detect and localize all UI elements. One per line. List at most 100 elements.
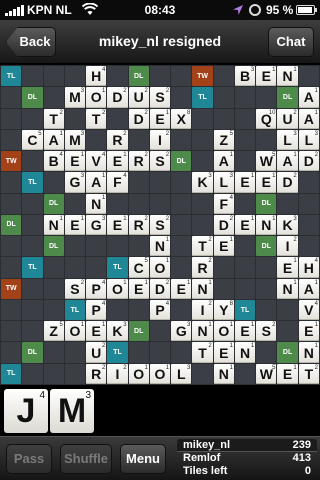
board-cell[interactable] bbox=[192, 151, 213, 172]
board-cell[interactable] bbox=[128, 129, 149, 151]
board-cell[interactable] bbox=[22, 321, 43, 342]
board-cell[interactable] bbox=[213, 87, 234, 108]
rack-tile[interactable]: M3 bbox=[50, 389, 94, 433]
board-cell[interactable] bbox=[234, 193, 256, 214]
board-cell[interactable] bbox=[277, 299, 298, 321]
board-cell[interactable] bbox=[64, 257, 86, 278]
pass-button[interactable]: Pass bbox=[6, 444, 52, 474]
premium-tw[interactable]: TW bbox=[1, 278, 22, 299]
board-cell[interactable] bbox=[171, 129, 192, 151]
board-cell[interactable] bbox=[192, 363, 213, 384]
board-cell[interactable] bbox=[64, 363, 86, 384]
board-cell[interactable] bbox=[107, 299, 128, 321]
board-cell[interactable] bbox=[64, 66, 86, 87]
board-cell[interactable] bbox=[234, 129, 256, 151]
board-cell[interactable] bbox=[256, 278, 277, 299]
board-cell[interactable] bbox=[171, 257, 192, 278]
board-cell[interactable] bbox=[64, 236, 86, 257]
board-cell[interactable] bbox=[1, 87, 22, 108]
premium-tl[interactable]: TL bbox=[192, 87, 213, 108]
board-cell[interactable] bbox=[171, 193, 192, 214]
board-cell[interactable] bbox=[234, 236, 256, 257]
premium-dl[interactable]: DL bbox=[171, 151, 192, 172]
premium-tl[interactable]: TL bbox=[107, 342, 128, 363]
board-cell[interactable] bbox=[22, 151, 43, 172]
board-cell[interactable] bbox=[43, 342, 64, 363]
rack-tile[interactable]: J4 bbox=[4, 389, 48, 433]
board-cell[interactable] bbox=[107, 108, 128, 129]
premium-tl[interactable]: TL bbox=[107, 257, 128, 278]
board-cell[interactable] bbox=[64, 108, 86, 129]
board-cell[interactable] bbox=[128, 172, 149, 193]
premium-tl[interactable]: TL bbox=[1, 363, 22, 384]
board-cell[interactable] bbox=[64, 193, 86, 214]
board-cell[interactable] bbox=[277, 193, 298, 214]
board-cell[interactable] bbox=[298, 172, 319, 193]
premium-dl[interactable]: DL bbox=[1, 214, 22, 236]
board-cell[interactable] bbox=[86, 129, 107, 151]
premium-tl[interactable]: TL bbox=[1, 66, 22, 87]
board-cell[interactable] bbox=[43, 257, 64, 278]
board-cell[interactable] bbox=[43, 299, 64, 321]
board-cell[interactable] bbox=[43, 172, 64, 193]
board-cell[interactable] bbox=[298, 214, 319, 236]
board-cell[interactable] bbox=[192, 108, 213, 129]
premium-tl[interactable]: TL bbox=[22, 172, 43, 193]
board-cell[interactable] bbox=[22, 363, 43, 384]
premium-tl[interactable]: TL bbox=[64, 299, 86, 321]
board-cell[interactable] bbox=[43, 363, 64, 384]
board-cell[interactable] bbox=[86, 236, 107, 257]
board-cell[interactable] bbox=[43, 278, 64, 299]
board-cell[interactable] bbox=[22, 108, 43, 129]
board-cell[interactable] bbox=[1, 257, 22, 278]
premium-dl[interactable]: DL bbox=[43, 236, 64, 257]
board-cell[interactable] bbox=[171, 66, 192, 87]
board-cell[interactable] bbox=[1, 193, 22, 214]
board-cell[interactable] bbox=[22, 299, 43, 321]
premium-dl[interactable]: DL bbox=[128, 321, 149, 342]
board-cell[interactable] bbox=[192, 129, 213, 151]
premium-tw[interactable]: TW bbox=[1, 151, 22, 172]
board-cell[interactable] bbox=[298, 66, 319, 87]
board-cell[interactable] bbox=[107, 236, 128, 257]
premium-dl[interactable]: DL bbox=[277, 342, 298, 363]
shuffle-button[interactable]: Shuffle bbox=[60, 444, 112, 474]
board-cell[interactable] bbox=[298, 236, 319, 257]
premium-dl[interactable]: DL bbox=[256, 236, 277, 257]
board-cell[interactable] bbox=[22, 214, 43, 236]
board-cell[interactable] bbox=[256, 299, 277, 321]
board-cell[interactable] bbox=[128, 342, 149, 363]
board-cell[interactable] bbox=[22, 278, 43, 299]
board-cell[interactable] bbox=[298, 193, 319, 214]
premium-tl[interactable]: TL bbox=[234, 299, 256, 321]
board-cell[interactable] bbox=[149, 172, 171, 193]
board-cell[interactable] bbox=[171, 342, 192, 363]
board-cell[interactable] bbox=[1, 321, 22, 342]
board-cell[interactable] bbox=[149, 193, 171, 214]
board-cell[interactable] bbox=[22, 193, 43, 214]
back-button[interactable]: Back bbox=[6, 27, 56, 57]
board-cell[interactable] bbox=[256, 129, 277, 151]
board-cell[interactable] bbox=[256, 87, 277, 108]
board-cell[interactable] bbox=[128, 236, 149, 257]
board-cell[interactable] bbox=[234, 87, 256, 108]
board-cell[interactable] bbox=[171, 236, 192, 257]
board-cell[interactable] bbox=[256, 342, 277, 363]
board-cell[interactable] bbox=[234, 151, 256, 172]
board-cell[interactable] bbox=[107, 66, 128, 87]
board-cell[interactable] bbox=[149, 66, 171, 87]
game-board[interactable]: TL H 4 DL TW B 3 E 1 N 1 DL M 3 O 1 D 2 U 2 S 2 TL DL A 1 T 2 T 2 D 2 E 1… bbox=[0, 65, 320, 385]
board-cell[interactable] bbox=[171, 214, 192, 236]
menu-button[interactable]: Menu bbox=[120, 444, 166, 474]
board-cell[interactable] bbox=[213, 278, 234, 299]
board-cell[interactable] bbox=[234, 108, 256, 129]
board-cell[interactable] bbox=[234, 278, 256, 299]
chat-button[interactable]: Chat bbox=[268, 27, 314, 57]
premium-dl[interactable]: DL bbox=[22, 87, 43, 108]
board-cell[interactable] bbox=[64, 342, 86, 363]
board-cell[interactable] bbox=[213, 108, 234, 129]
board-cell[interactable] bbox=[171, 299, 192, 321]
board-cell[interactable] bbox=[213, 66, 234, 87]
board-cell[interactable] bbox=[1, 172, 22, 193]
board-cell[interactable] bbox=[192, 193, 213, 214]
